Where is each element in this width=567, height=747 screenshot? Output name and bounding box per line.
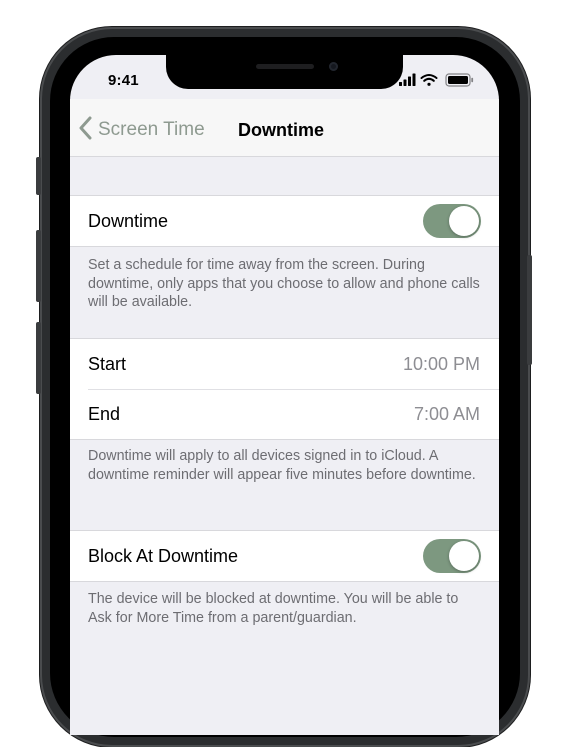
block-at-downtime-toggle[interactable] (423, 539, 481, 573)
schedule-footnote: Downtime will apply to all devices signe… (88, 448, 476, 483)
ring-silent-switch (36, 157, 41, 195)
chevron-left-icon (78, 116, 92, 145)
downtime-footnote: Set a schedule for time away from the sc… (88, 257, 480, 310)
earpiece-speaker (256, 64, 314, 69)
toggle-knob (449, 541, 479, 571)
volume-up-button (36, 230, 41, 302)
downtime-toggle[interactable] (423, 204, 481, 238)
page-title: Downtime (238, 120, 325, 140)
navigation-bar: Screen Time Downtime (70, 99, 499, 157)
side-power-button (527, 255, 532, 365)
schedule-group: Start 10:00 PM End 7:00 AM (70, 338, 499, 440)
start-time-value: 10:00 PM (402, 353, 480, 374)
front-camera (329, 62, 338, 71)
back-label: Screen Time (98, 119, 205, 140)
start-time-cell[interactable]: Start 10:00 PM (70, 339, 499, 389)
block-at-downtime-label: Block At Downtime (88, 545, 239, 566)
wifi-icon (420, 74, 438, 86)
status-time: 9:41 (108, 72, 139, 89)
end-time-value: 7:00 AM (413, 403, 480, 424)
back-button[interactable]: Screen Time (78, 116, 205, 145)
battery-icon (445, 73, 474, 87)
cellular-signal-icon (399, 73, 416, 86)
end-time-cell[interactable]: End 7:00 AM (70, 389, 499, 439)
phone-screen: 9:41 Screen Time Downtime Downtime Set a… (70, 55, 499, 735)
toggle-knob (449, 206, 479, 236)
downtime-cell: Downtime (70, 196, 499, 246)
block-at-downtime-cell: Block At Downtime (70, 531, 499, 581)
volume-down-button (36, 322, 41, 394)
end-label: End (88, 403, 121, 424)
start-label: Start (88, 353, 127, 374)
block-footnote: The device will be blocked at downtime. … (88, 591, 459, 626)
downtime-group: Downtime (70, 195, 499, 247)
status-icons (399, 73, 477, 87)
downtime-label: Downtime (88, 210, 169, 231)
notch (166, 55, 403, 89)
block-group: Block At Downtime (70, 530, 499, 582)
